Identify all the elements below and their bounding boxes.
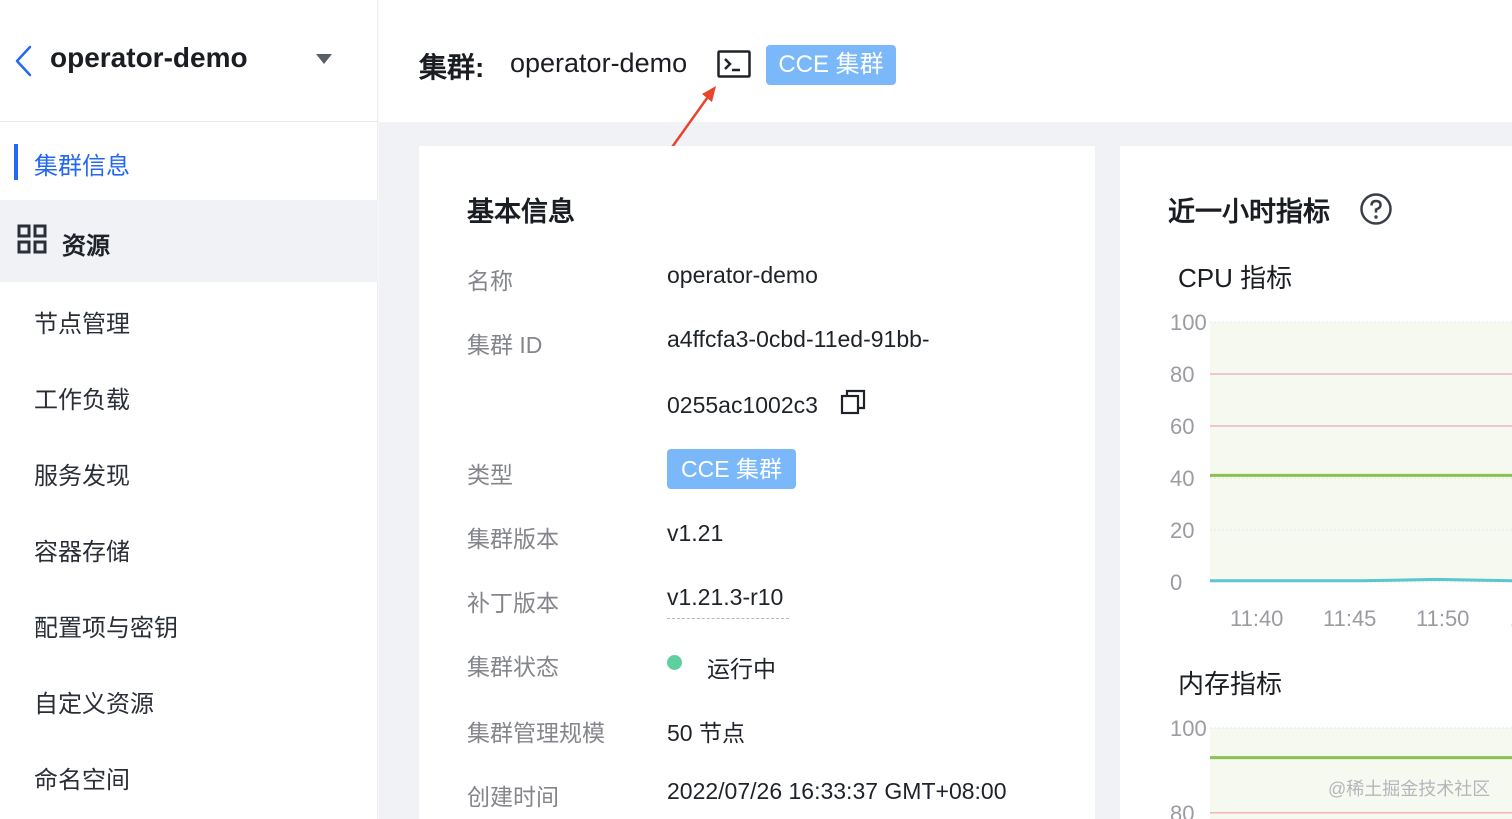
sidebar: operator-demo 集群信息 资源 节点管理 工作负载 服务发现 容器存… <box>0 0 378 819</box>
grid-icon <box>17 224 47 254</box>
annotation-arrow-icon <box>668 86 716 151</box>
watermark: @稀土掘金技术社区 <box>1328 779 1491 799</box>
chevron-left-icon[interactable] <box>12 44 34 78</box>
memory-chart: 100 80 <box>1170 716 1512 819</box>
info-value-status: 运行中 <box>707 656 776 682</box>
cluster-type-badge: CCE 集群 <box>766 45 896 85</box>
y-tick-label: 60 <box>1170 414 1194 439</box>
y-tick-label: 0 <box>1170 570 1182 595</box>
memory-chart-title: 内存指标 <box>1178 669 1283 699</box>
y-tick-label: 40 <box>1170 466 1194 491</box>
y-tick-label: 80 <box>1170 362 1194 387</box>
metrics-title: 近一小时指标 <box>1168 197 1330 227</box>
copy-icon[interactable] <box>840 389 866 415</box>
sidebar-group-label: 资源 <box>62 233 110 260</box>
info-label-version: 集群版本 <box>467 526 559 552</box>
info-label-type: 类型 <box>467 462 513 488</box>
sidebar-item-storage[interactable]: 容器存储 <box>0 510 378 586</box>
x-tick-label: 11:50 <box>1416 606 1469 631</box>
cluster-selector[interactable]: operator-demo <box>50 42 248 74</box>
type-badge: CCE 集群 <box>667 449 796 489</box>
sidebar-item-label: 配置项与密钥 <box>34 615 178 642</box>
sidebar-item-label: 服务发现 <box>34 463 130 490</box>
y-tick-label: 100 <box>1170 310 1207 335</box>
info-label-scale: 集群管理规模 <box>467 720 605 746</box>
card-title: 基本信息 <box>467 197 575 227</box>
y-tick-label: 20 <box>1170 518 1194 543</box>
info-label-created: 创建时间 <box>467 784 559 810</box>
info-label-name: 名称 <box>467 268 513 294</box>
sidebar-header: operator-demo <box>0 0 378 122</box>
active-indicator <box>14 144 18 180</box>
info-value-created: 2022/07/26 16:33:37 GMT+08:00 <box>667 778 1007 804</box>
info-value-scale: 50 节点 <box>667 720 745 746</box>
sidebar-item-nodes[interactable]: 节点管理 <box>0 282 378 358</box>
patch-underline <box>667 618 789 619</box>
info-value-patch[interactable]: v1.21.3-r10 <box>667 584 783 611</box>
help-icon[interactable] <box>1359 192 1393 226</box>
x-tick-label: 11:45 <box>1323 606 1376 631</box>
info-label-status: 集群状态 <box>467 654 559 680</box>
caret-down-icon[interactable] <box>314 52 334 66</box>
plot-area <box>1210 322 1512 582</box>
sidebar-item-label: 工作负载 <box>34 387 130 414</box>
x-tick-label: 11:40 <box>1230 606 1283 631</box>
sidebar-item-namespaces[interactable]: 命名空间 <box>0 738 378 814</box>
cluster-label: 集群: <box>419 52 485 83</box>
y-tick-label: 100 <box>1170 716 1207 741</box>
y-tick-label: 80 <box>1170 801 1194 819</box>
basic-info-card: 基本信息 名称 operator-demo 集群 ID a4ffcfa3-0cb… <box>419 146 1095 819</box>
info-label-cluster-id: 集群 ID <box>467 332 543 358</box>
sidebar-item-label: 集群信息 <box>34 153 130 180</box>
sidebar-item-cluster-info[interactable]: 集群信息 <box>0 124 378 200</box>
sidebar-item-services[interactable]: 服务发现 <box>0 434 378 510</box>
sidebar-item-label: 命名空间 <box>34 767 130 794</box>
sidebar-item-config[interactable]: 配置项与密钥 <box>0 586 378 662</box>
series-line <box>1210 577 1512 583</box>
page-title: operator-demo <box>510 48 688 78</box>
info-value-cluster-id-cont: 0255ac1002c3 <box>667 392 818 418</box>
info-value-name: operator-demo <box>667 262 818 288</box>
sidebar-item-workloads[interactable]: 工作负载 <box>0 358 378 434</box>
cpu-chart: 10080604020011:4011:4511:5011: <box>1170 310 1512 631</box>
status-dot-icon <box>667 655 682 670</box>
page-header: 集群: operator-demo CCE 集群 <box>379 0 1512 122</box>
sidebar-item-label: 自定义资源 <box>34 691 154 718</box>
cpu-chart-title: CPU 指标 <box>1178 263 1293 293</box>
metrics-card: 近一小时指标 CPU 指标 100 80 60 40 20 0 11:40 11:45 11:5… <box>1120 146 1512 819</box>
plot-area <box>1210 728 1512 819</box>
info-value-version: v1.21 <box>667 520 724 546</box>
sidebar-item-custom-resources[interactable]: 自定义资源 <box>0 662 378 738</box>
info-value-cluster-id: a4ffcfa3-0cbd-11ed-91bb- <box>667 326 930 352</box>
sidebar-item-label: 容器存储 <box>34 539 130 566</box>
terminal-icon[interactable] <box>717 50 751 78</box>
sidebar-group-resources[interactable]: 资源 <box>0 200 378 282</box>
sidebar-item-label: 节点管理 <box>34 311 130 338</box>
info-label-patch: 补丁版本 <box>467 590 559 616</box>
